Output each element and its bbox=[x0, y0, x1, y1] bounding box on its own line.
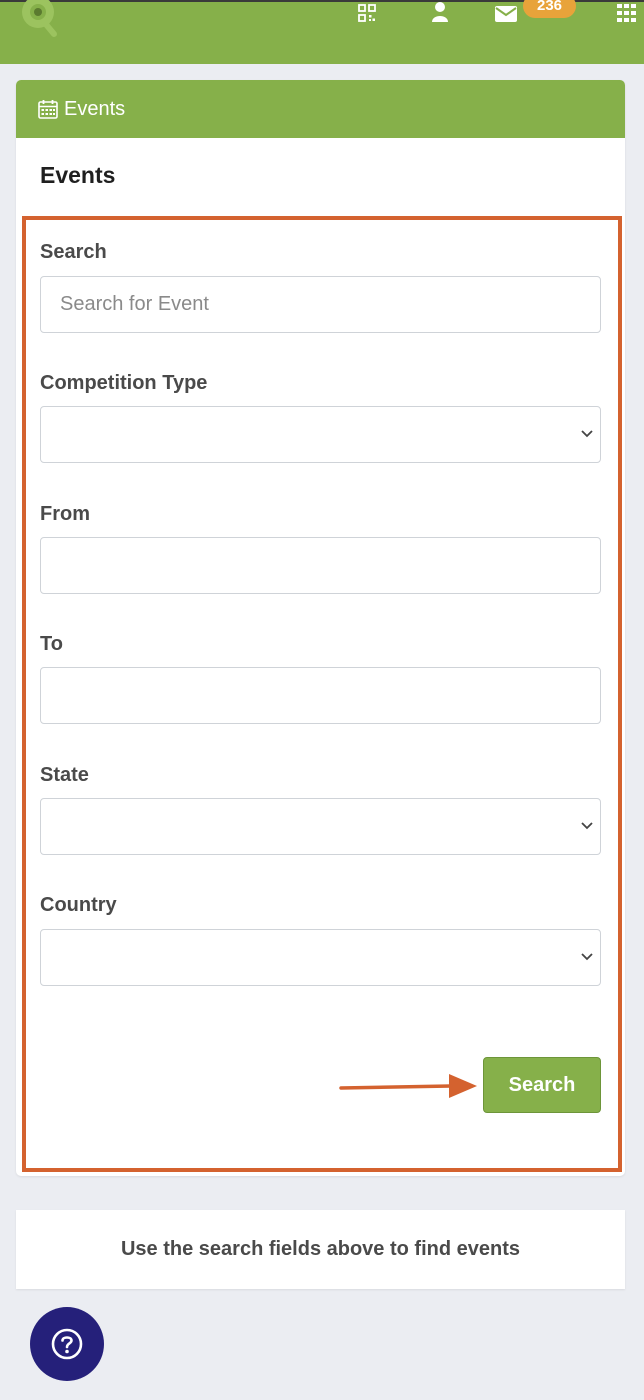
competition-type-label: Competition Type bbox=[40, 372, 208, 394]
from-date-input[interactable] bbox=[40, 537, 601, 594]
chevron-down-icon bbox=[581, 822, 593, 830]
qr-code-icon[interactable] bbox=[358, 4, 376, 22]
page-title: Events bbox=[40, 162, 116, 188]
to-date-input[interactable] bbox=[40, 667, 601, 724]
search-input[interactable]: Search for Event bbox=[40, 276, 601, 333]
apps-grid-icon[interactable] bbox=[617, 4, 637, 22]
search-placeholder: Search for Event bbox=[60, 293, 209, 315]
state-label: State bbox=[40, 764, 89, 786]
arrow-icon bbox=[339, 1074, 477, 1098]
card-header-label: Events bbox=[64, 97, 126, 120]
logo-icon[interactable] bbox=[14, 0, 62, 40]
card-header: Events bbox=[16, 80, 625, 138]
events-card: Events Events Search Search for Event Co… bbox=[16, 80, 625, 1176]
user-icon[interactable] bbox=[431, 2, 449, 22]
help-button[interactable] bbox=[30, 1307, 104, 1381]
from-label: From bbox=[40, 503, 90, 525]
search-label: Search bbox=[40, 241, 107, 263]
search-button[interactable]: Search bbox=[483, 1057, 601, 1113]
competition-type-select[interactable] bbox=[40, 406, 601, 463]
mail-icon[interactable] bbox=[495, 4, 517, 22]
state-select[interactable] bbox=[40, 798, 601, 855]
calendar-icon bbox=[38, 100, 58, 119]
mail-count-badge: 236 bbox=[523, 0, 577, 18]
info-message-box: Use the search fields above to find even… bbox=[16, 1210, 625, 1289]
to-label: To bbox=[40, 633, 63, 655]
country-select[interactable] bbox=[40, 929, 601, 986]
chevron-down-icon bbox=[581, 953, 593, 961]
country-label: Country bbox=[40, 894, 117, 916]
top-navbar: 236 bbox=[0, 0, 644, 64]
chevron-down-icon bbox=[581, 430, 593, 438]
info-message: Use the search fields above to find even… bbox=[120, 1238, 520, 1260]
question-mark-icon bbox=[51, 1328, 83, 1360]
